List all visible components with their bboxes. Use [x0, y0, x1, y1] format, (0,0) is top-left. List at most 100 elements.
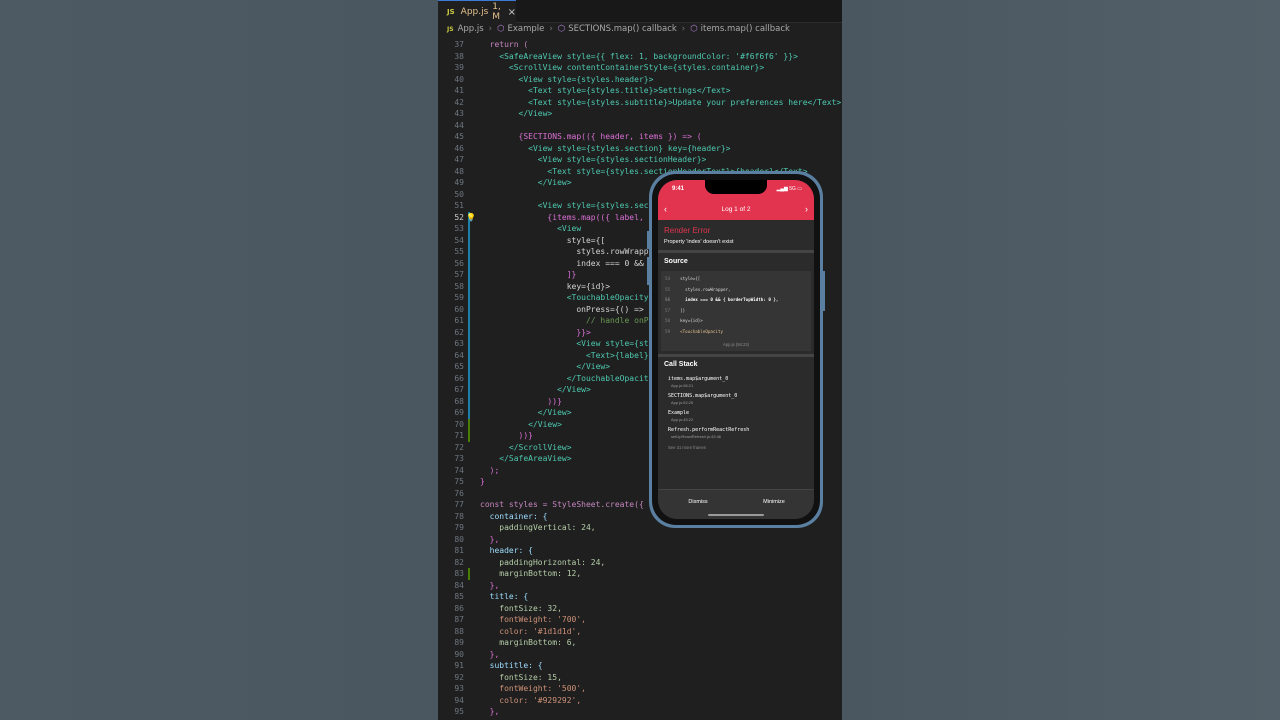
power-button — [822, 271, 825, 311]
breadcrumb-item[interactable]: Example — [508, 24, 545, 34]
frame-location: setUpReactRefresh.js:43:46 — [671, 434, 722, 439]
code-line[interactable]: 95 }, — [438, 706, 842, 718]
code-line[interactable]: 42 <Text style={styles.subtitle}>Update … — [438, 97, 842, 109]
code-line[interactable]: 40 <View style={styles.header}> — [438, 74, 842, 86]
line-number: 46 — [454, 143, 464, 153]
frame-name: Example — [668, 410, 690, 416]
dynamic-island — [705, 180, 767, 194]
code-line[interactable]: 89 marginBottom: 6, — [438, 637, 842, 649]
git-change-marker[interactable] — [468, 338, 470, 350]
minimize-button[interactable]: Minimize — [744, 499, 804, 505]
code-text: <TouchableOpacity — [480, 293, 649, 302]
code-text: <View style={styles.sectionHeader}> — [480, 155, 707, 164]
line-number: 67 — [454, 385, 464, 394]
frame-location: App.js:45:22 — [671, 417, 694, 422]
volume-button — [647, 257, 650, 285]
git-change-marker[interactable] — [468, 315, 470, 327]
code-line[interactable]: 37 return ( — [438, 39, 842, 51]
divider — [658, 250, 814, 253]
line-number: 94 — [454, 695, 464, 705]
code-line[interactable]: 46 <View style={styles.section} key={hea… — [438, 143, 842, 155]
git-change-marker[interactable] — [468, 269, 470, 281]
code-line[interactable]: 83 marginBottom: 12, — [438, 568, 842, 580]
line-number: 89 — [454, 638, 464, 647]
stack-frame[interactable]: Example App.js:45:22 — [668, 410, 693, 422]
code-line[interactable]: 47 <View style={styles.sectionHeader}> — [438, 154, 842, 166]
code-line[interactable]: 81 header: { — [438, 545, 842, 557]
code-text: </ScrollView> — [480, 442, 572, 452]
git-change-marker[interactable] — [468, 326, 470, 338]
close-icon[interactable]: × — [508, 7, 516, 18]
line-number: 54 — [454, 235, 464, 245]
code-line[interactable]: 84 }, — [438, 580, 842, 592]
line-number: 66 — [454, 373, 464, 383]
background-left — [0, 0, 438, 720]
code-line[interactable]: 88 color: '#1d1d1d', — [438, 626, 842, 638]
git-change-marker[interactable] — [468, 395, 470, 407]
git-change-marker[interactable] — [468, 246, 470, 258]
code-line[interactable]: 91 subtitle: { — [438, 660, 842, 672]
code-line[interactable]: 82 paddingHorizontal: 24, — [438, 557, 842, 569]
git-change-marker[interactable] — [468, 349, 470, 361]
code-text: ))} — [480, 431, 533, 440]
code-text: // handle onPress — [480, 316, 668, 325]
breadcrumb-item[interactable]: SECTIONS.map() callback — [568, 24, 677, 34]
code-text: color: '#929292', — [480, 695, 582, 705]
code-line[interactable]: 85 title: { — [438, 591, 842, 603]
code-text: container: { — [480, 511, 548, 521]
git-change-marker[interactable] — [468, 418, 470, 430]
code-line[interactable]: 43 </View> — [438, 108, 842, 120]
code-line[interactable]: 87 fontWeight: '700', — [438, 614, 842, 626]
git-change-marker[interactable] — [468, 292, 470, 304]
code-line[interactable]: 93 fontWeight: '500', — [438, 683, 842, 695]
stack-frame[interactable]: SECTIONS.map$argument_0 App.js:52:25 — [668, 393, 737, 405]
code-line[interactable]: 39 <ScrollView contentContainerStyle={st… — [438, 62, 842, 74]
git-change-marker[interactable] — [468, 384, 470, 396]
source-file[interactable]: App.js (56:23) — [661, 342, 811, 347]
git-change-marker[interactable] — [468, 372, 470, 384]
git-change-marker[interactable] — [468, 234, 470, 246]
breadcrumb-item[interactable]: items.map() callback — [701, 24, 790, 34]
code-line[interactable]: 38 <SafeAreaView style={{ flex: 1, backg… — [438, 51, 842, 63]
chevron-right-icon: › — [681, 24, 686, 34]
git-change-marker[interactable] — [468, 430, 470, 442]
source-line-number: 59 — [665, 328, 671, 334]
code-line[interactable]: 44 — [438, 120, 842, 132]
stack-frame[interactable]: items.map$argument_0 App.js:56:21 — [668, 376, 728, 388]
code-line[interactable]: 90 }, — [438, 649, 842, 661]
code-line[interactable]: 80 }, — [438, 534, 842, 546]
more-frames-link[interactable]: See 31 more frames — [668, 445, 706, 450]
tab-app-js[interactable]: JS App.js 1, M × — [438, 0, 516, 23]
code-line[interactable]: 41 <Text style={styles.title}>Settings</… — [438, 85, 842, 97]
git-change-marker[interactable] — [468, 257, 470, 269]
source-line-text: key={id}> — [675, 318, 703, 323]
stack-frame[interactable]: Refresh.performReactRefresh setUpReactRef… — [668, 427, 749, 439]
code-line[interactable]: 86 fontSize: 32, — [438, 603, 842, 615]
code-text: fontSize: 15, — [480, 672, 562, 682]
git-change-marker[interactable] — [468, 280, 470, 292]
breadcrumb-item[interactable]: App.js — [458, 24, 484, 34]
line-number: 84 — [454, 580, 464, 590]
line-number: 55 — [454, 247, 464, 256]
chevron-right-icon[interactable]: › — [805, 204, 808, 214]
code-line[interactable]: 92 fontSize: 15, — [438, 672, 842, 684]
code-text: ))} — [480, 396, 562, 406]
code-line[interactable]: 45 {SECTIONS.map(({ header, items }) => … — [438, 131, 842, 143]
line-number: 56 — [454, 258, 464, 268]
dismiss-button[interactable]: Dismiss — [668, 499, 728, 505]
signal-icon: ▂▄▆ 5G ▭ — [776, 186, 802, 192]
code-text: }, — [480, 707, 500, 716]
lightbulb-icon[interactable]: 💡 — [466, 212, 476, 224]
code-line[interactable]: 94 color: '#929292', — [438, 695, 842, 707]
source-line-text: styles.rowWrapper, — [675, 286, 731, 292]
code-text: header: { — [480, 546, 533, 555]
git-change-marker[interactable] — [468, 407, 470, 419]
git-change-marker[interactable] — [468, 361, 470, 373]
line-number: 48 — [454, 166, 464, 176]
git-change-marker[interactable] — [468, 223, 470, 235]
code-text: fontWeight: '700', — [480, 615, 586, 624]
git-change-marker[interactable] — [468, 303, 470, 315]
git-change-marker[interactable] — [468, 568, 470, 580]
line-number: 83 — [454, 569, 464, 578]
line-number: 51 — [454, 201, 464, 210]
